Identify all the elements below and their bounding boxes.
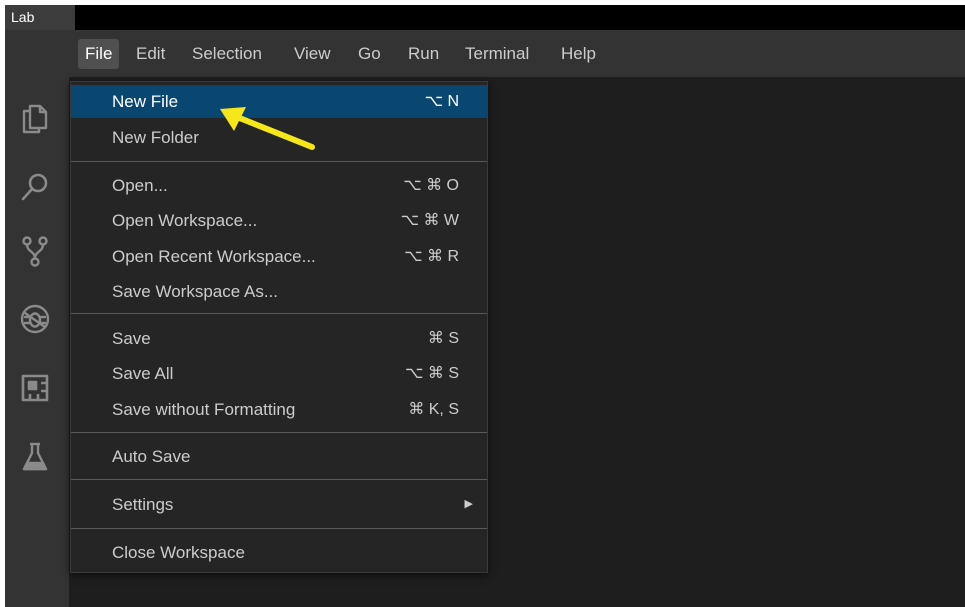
chevron-right-icon: ▶ (464, 498, 473, 510)
activity-bar (5, 77, 69, 607)
window-title: Lab (5, 5, 75, 30)
menu-open-recent-workspace[interactable]: Open Recent Workspace... ⌥ ⌘ R (71, 240, 487, 273)
menu-separator (71, 161, 487, 162)
search-icon[interactable] (15, 167, 55, 207)
menu-terminal[interactable]: Terminal (458, 39, 536, 69)
menu-open-workspace[interactable]: Open Workspace... ⌥ ⌘ W (71, 204, 487, 237)
menu-edit[interactable]: Edit (129, 39, 172, 69)
menu-open[interactable]: Open... ⌥ ⌘ O (71, 169, 487, 202)
menu-run[interactable]: Run (401, 39, 446, 69)
menu-help[interactable]: Help (554, 39, 603, 69)
menu-bar: File Edit Selection View Go Run Terminal… (5, 30, 965, 77)
menu-separator (71, 528, 487, 529)
extensions-icon[interactable] (15, 368, 55, 408)
menu-save-workspace-as[interactable]: Save Workspace As... (71, 275, 487, 308)
testing-flask-icon[interactable] (15, 437, 55, 477)
menu-go[interactable]: Go (351, 39, 388, 69)
menu-save[interactable]: Save ⌘ S (71, 322, 487, 355)
menu-selection[interactable]: Selection (185, 39, 269, 69)
menu-auto-save[interactable]: Auto Save (71, 440, 487, 473)
source-control-icon[interactable] (15, 231, 55, 271)
annotation-arrow-icon (220, 107, 315, 150)
menu-separator (71, 313, 487, 314)
menu-save-all[interactable]: Save All ⌥ ⌘ S (71, 357, 487, 390)
menu-settings[interactable]: Settings ▶ (71, 488, 487, 521)
explorer-icon[interactable] (15, 99, 55, 139)
menu-file[interactable]: File (78, 39, 120, 69)
menu-close-workspace[interactable]: Close Workspace (71, 536, 487, 569)
title-bar: Lab (5, 5, 965, 30)
menu-save-without-formatting[interactable]: Save without Formatting ⌘ K, S (71, 393, 487, 426)
menu-separator (71, 479, 487, 480)
app-window: Lab File Edit Selection View Go Run Term… (5, 5, 965, 607)
debug-icon[interactable] (15, 299, 55, 339)
menu-view[interactable]: View (287, 39, 338, 69)
menu-separator (71, 432, 487, 433)
